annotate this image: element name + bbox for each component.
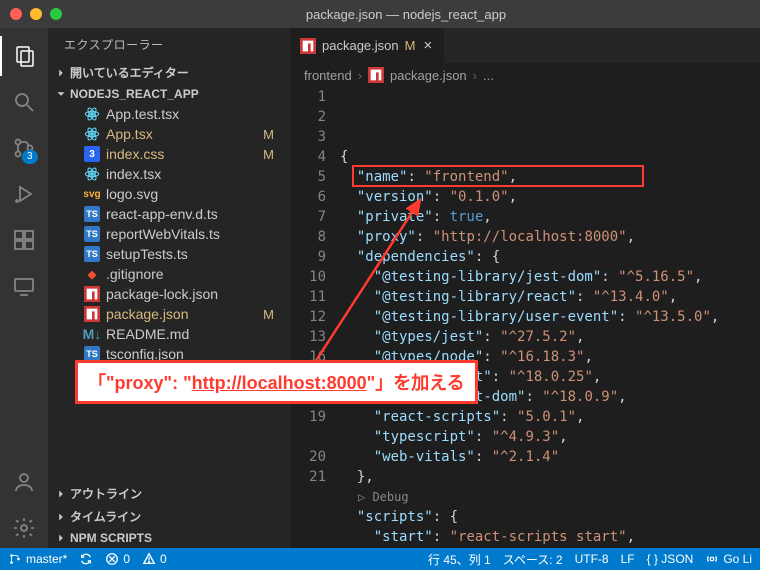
tab-package-json[interactable]: package.json M × (290, 28, 445, 63)
language-mode[interactable]: { } JSON (647, 552, 694, 566)
window-title: package.json — nodejs_react_app (62, 7, 750, 22)
ts-icon: TS (84, 246, 100, 262)
indentation[interactable]: スペース: 2 (503, 551, 563, 568)
file-item[interactable]: 3 index.css M (48, 144, 290, 164)
react-icon (84, 166, 100, 182)
file-name: react-app-env.d.ts (106, 206, 218, 222)
file-name: logo.svg (106, 186, 158, 202)
svg-icon: svg (84, 186, 100, 202)
section-project[interactable]: NODEJS_REACT_APP (48, 84, 290, 104)
ts-icon: TS (84, 206, 100, 222)
file-tree: App.test.tsx App.tsx M 3 index.css Mindex.tsx… (48, 104, 290, 482)
sync-button[interactable] (79, 552, 93, 566)
editor-tabs: package.json M × (290, 28, 760, 63)
remote-explorer-icon[interactable] (0, 266, 48, 306)
branch-indicator[interactable]: master* (8, 552, 67, 566)
code-editor[interactable]: 12345678910111213161718192021 { "name": … (290, 87, 760, 548)
line-gutter: 12345678910111213161718192021 (290, 87, 340, 548)
file-item[interactable]: svg logo.svg (48, 184, 290, 204)
file-name: setupTests.ts (106, 246, 188, 262)
file-item[interactable]: TS setupTests.ts (48, 244, 290, 264)
settings-gear-icon[interactable] (0, 508, 48, 548)
extensions-icon[interactable] (0, 220, 48, 260)
editor-area: package.json M × frontend › package.json… (290, 28, 760, 548)
debug-icon[interactable] (0, 174, 48, 214)
file-name: package.json (106, 306, 189, 322)
git-icon: ◆ (84, 266, 100, 282)
markdown-icon: М↓ (84, 326, 100, 342)
explorer-sidebar: エクスプローラー 開いているエディター NODEJS_REACT_APP App… (48, 28, 290, 548)
file-name: App.tsx (106, 126, 153, 142)
traffic-lights (10, 8, 62, 20)
npm-icon (300, 38, 316, 54)
section-open-editors[interactable]: 開いているエディター (48, 61, 290, 84)
annotation-callout: 「"proxy": "http://localhost:8000"」を加える (75, 360, 478, 404)
eol[interactable]: LF (621, 552, 635, 566)
modified-badge: M (263, 127, 282, 142)
section-npm-scripts[interactable]: NPM SCRIPTS (48, 528, 290, 548)
go-live[interactable]: Go Li (705, 552, 752, 566)
zoom-window-button[interactable] (50, 8, 62, 20)
cursor-position[interactable]: 行 45、列 1 (428, 551, 491, 568)
breadcrumbs[interactable]: frontend › package.json › ... (290, 63, 760, 87)
file-name: .gitignore (106, 266, 164, 282)
react-icon (84, 106, 100, 122)
npm-icon (368, 67, 384, 83)
file-item[interactable]: App.tsx M (48, 124, 290, 144)
section-outline[interactable]: アウトライン (48, 482, 290, 505)
npm-icon (84, 306, 100, 322)
file-item[interactable]: App.test.tsx (48, 104, 290, 124)
file-item[interactable]: package.json M (48, 304, 290, 324)
title-bar: package.json — nodejs_react_app (0, 0, 760, 28)
css-icon: 3 (84, 146, 100, 162)
minimize-window-button[interactable] (30, 8, 42, 20)
close-tab-icon[interactable]: × (421, 37, 434, 54)
file-name: reportWebVitals.ts (106, 226, 220, 242)
encoding[interactable]: UTF-8 (575, 552, 609, 566)
source-control-icon[interactable]: 3 (0, 128, 48, 168)
file-item[interactable]: TS reportWebVitals.ts (48, 224, 290, 244)
file-name: App.test.tsx (106, 106, 179, 122)
npm-icon (84, 286, 100, 302)
react-icon (84, 126, 100, 142)
ts-icon: TS (84, 226, 100, 242)
modified-badge: M (263, 147, 282, 162)
section-timeline[interactable]: タイムライン (48, 505, 290, 528)
file-name: index.css (106, 146, 164, 162)
file-name: package-lock.json (106, 286, 218, 302)
status-bar: master* 0 0 行 45、列 1 スペース: 2 UTF-8 LF { … (0, 548, 760, 570)
code-content[interactable]: { "name": "frontend", "version": "0.1.0"… (340, 87, 760, 548)
activity-bar: 3 (0, 28, 48, 548)
file-name: index.tsx (106, 166, 161, 182)
close-window-button[interactable] (10, 8, 22, 20)
modified-badge: M (263, 307, 282, 322)
sidebar-title: エクスプローラー (48, 28, 290, 61)
scm-badge: 3 (22, 150, 38, 164)
problems-warnings[interactable]: 0 (142, 552, 167, 566)
explorer-icon[interactable] (0, 36, 48, 76)
file-name: README.md (106, 326, 189, 342)
file-item[interactable]: ◆ .gitignore (48, 264, 290, 284)
problems-errors[interactable]: 0 (105, 552, 130, 566)
file-item[interactable]: М↓ README.md (48, 324, 290, 344)
account-icon[interactable] (0, 462, 48, 502)
file-item[interactable]: TS react-app-env.d.ts (48, 204, 290, 224)
search-icon[interactable] (0, 82, 48, 122)
file-item[interactable]: index.tsx (48, 164, 290, 184)
file-item[interactable]: package-lock.json (48, 284, 290, 304)
